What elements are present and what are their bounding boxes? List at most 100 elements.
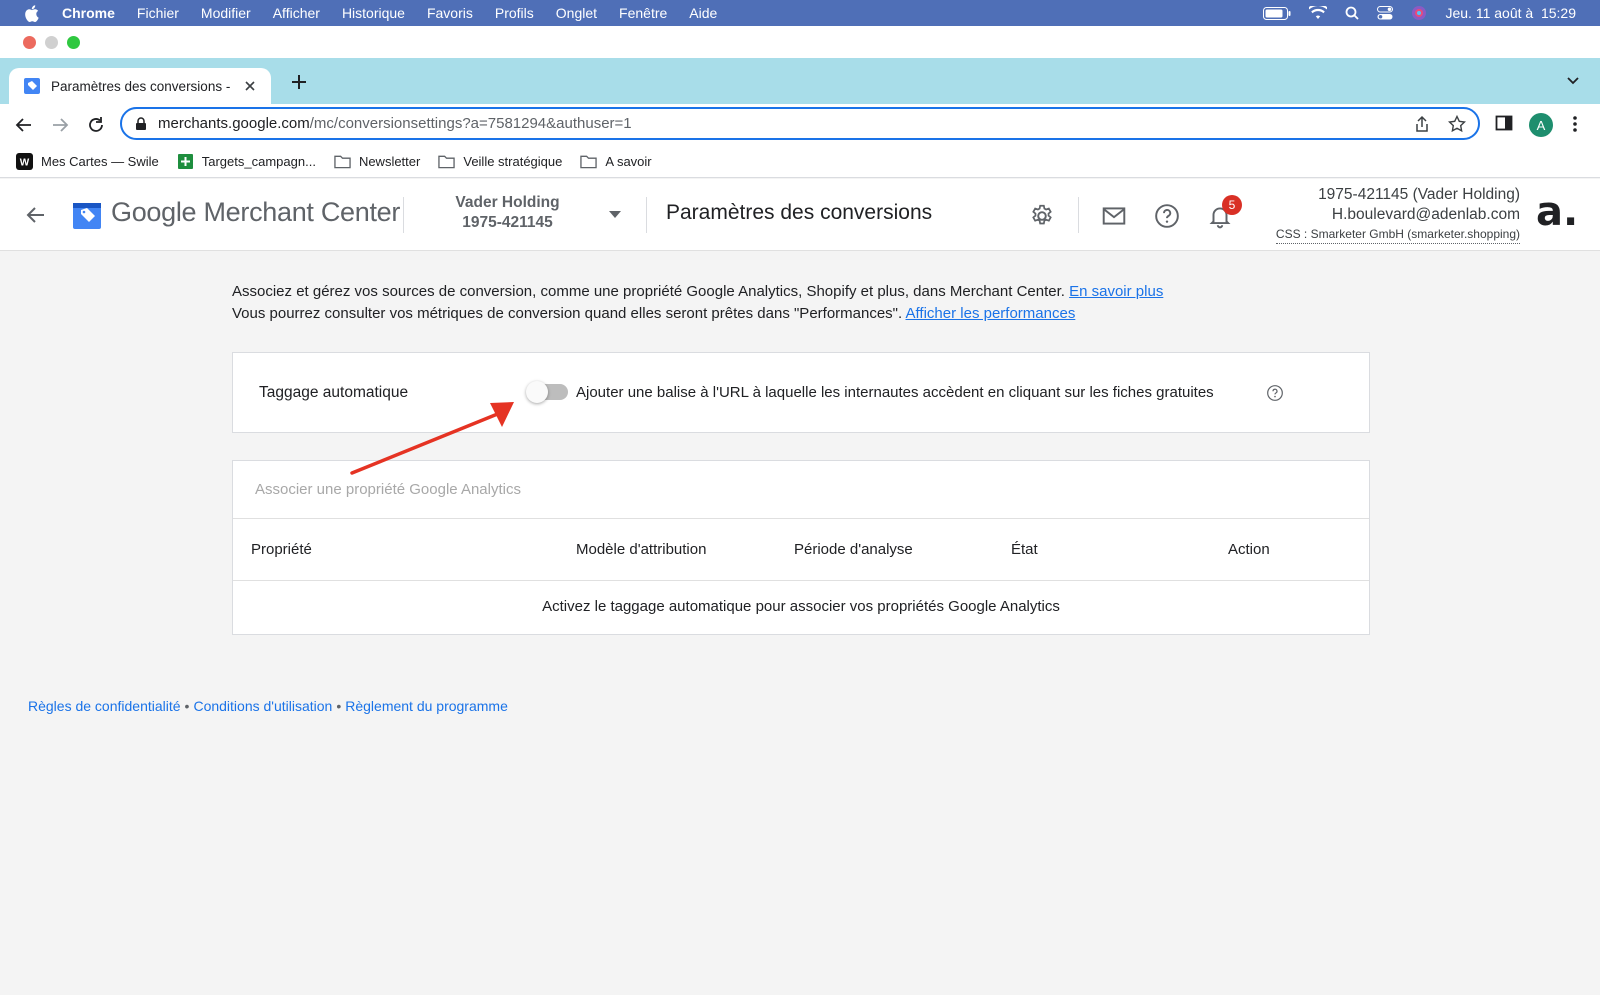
spotlight-search-icon[interactable] <box>1345 6 1360 20</box>
divider <box>233 518 1369 519</box>
mail-icon[interactable] <box>1101 203 1127 229</box>
url-host: merchants.google.com <box>158 115 310 132</box>
bookmark-targets[interactable]: Targets_campagn... <box>177 153 316 170</box>
merchant-center-favicon-icon <box>24 78 40 94</box>
footer-links: Règles de confidentialité • Conditions d'u… <box>28 698 508 714</box>
column-header-attribution-model: Modèle d'attribution <box>576 541 707 558</box>
minimize-window-button[interactable] <box>45 36 58 49</box>
bookmark-label: Veille stratégique <box>463 154 563 169</box>
merchant-center-header: Google Merchant Center Vader Holding 197… <box>0 179 1600 251</box>
menubar-datetime[interactable]: Jeu. 11 août à 15:29 <box>1445 5 1576 21</box>
side-panel-icon[interactable] <box>1495 114 1513 132</box>
page-title: Paramètres des conversions <box>666 201 933 224</box>
menu-app-chrome[interactable]: Chrome <box>62 5 115 21</box>
new-tab-icon[interactable] <box>288 71 310 93</box>
bookmark-swile[interactable]: W Mes Cartes — Swile <box>16 153 159 170</box>
reload-icon[interactable] <box>86 115 106 135</box>
column-header-status: État <box>1011 541 1038 558</box>
bookmark-star-icon[interactable] <box>1448 115 1466 133</box>
control-center-icon[interactable] <box>1377 6 1394 20</box>
address-bar[interactable]: merchants.google.com/mc/conversionsettin… <box>120 107 1480 140</box>
menu-onglet[interactable]: Onglet <box>556 5 597 21</box>
column-header-lookback-period: Période d'analyse <box>794 541 913 558</box>
bookmarks-bar: W Mes Cartes — Swile Targets_campagn... … <box>0 146 1600 178</box>
bookmark-label: Targets_campagn... <box>201 154 316 169</box>
account-logo[interactable]: a. <box>1536 189 1578 235</box>
divider <box>233 580 1369 581</box>
program-policies-link[interactable]: Règlement du programme <box>345 698 508 714</box>
siri-icon[interactable] <box>1411 5 1427 21</box>
browser-tab-strip: Paramètres des conversions - <box>0 58 1600 104</box>
account-name: Vader Holding <box>455 194 560 211</box>
browser-toolbar: merchants.google.com/mc/conversionsettin… <box>0 104 1600 146</box>
more-menu-icon[interactable] <box>1572 114 1578 134</box>
merchant-center-logo-icon[interactable] <box>71 199 103 231</box>
account-selector[interactable]: Vader Holding 1975-421145 <box>440 193 575 233</box>
help-icon[interactable] <box>1154 203 1180 229</box>
privacy-policy-link[interactable]: Règles de confidentialité <box>28 698 181 714</box>
menu-fichier[interactable]: Fichier <box>137 5 179 21</box>
help-icon[interactable] <box>1266 384 1284 402</box>
svg-text:W: W <box>20 158 30 169</box>
tab-search-chevron-icon[interactable] <box>1566 76 1580 86</box>
apple-icon[interactable] <box>24 4 44 22</box>
column-header-action: Action <box>1228 541 1270 558</box>
folder-icon <box>438 153 456 170</box>
notification-count: 5 <box>1228 198 1236 212</box>
close-tab-icon[interactable] <box>241 77 259 95</box>
terms-of-use-link[interactable]: Conditions d'utilisation <box>193 698 332 714</box>
analytics-card: Associer une propriété Google Analytics … <box>232 460 1370 635</box>
menu-profils[interactable]: Profils <box>495 5 534 21</box>
header-divider <box>1078 197 1079 233</box>
bookmark-newsletter[interactable]: Newsletter <box>334 153 420 170</box>
intro-text: Associez et gérez vos sources de convers… <box>232 281 1163 325</box>
account-info-line1: 1975-421145 (Vader Holding) <box>1318 186 1520 203</box>
account-info[interactable]: 1975-421145 (Vader Holding) H.boulevard@… <box>1275 185 1520 244</box>
folder-icon <box>334 153 351 170</box>
gear-icon[interactable] <box>1029 203 1055 229</box>
back-arrow-icon[interactable] <box>14 115 34 135</box>
chevron-down-icon[interactable] <box>609 211 621 219</box>
profile-avatar[interactable]: A <box>1529 113 1553 137</box>
auto-tagging-toggle[interactable] <box>526 381 568 403</box>
learn-more-link[interactable]: En savoir plus <box>1069 283 1163 300</box>
zoom-window-button[interactable] <box>67 36 80 49</box>
macos-menu-bar: Chrome Fichier Modifier Afficher Histori… <box>0 0 1600 26</box>
folder-icon <box>580 153 598 170</box>
menu-afficher[interactable]: Afficher <box>273 5 320 21</box>
menu-favoris[interactable]: Favoris <box>427 5 473 21</box>
bookmark-label: A savoir <box>605 154 652 169</box>
battery-icon[interactable] <box>1263 6 1291 20</box>
annotation-arrow-icon <box>350 402 514 475</box>
empty-state-message: Activez le taggage automatique pour asso… <box>542 598 1060 615</box>
swile-icon: W <box>16 153 33 170</box>
menu-fenetre[interactable]: Fenêtre <box>619 5 667 21</box>
lock-icon[interactable] <box>134 116 148 131</box>
footer-separator: • <box>184 698 190 714</box>
column-header-property: Propriété <box>251 541 312 558</box>
wifi-icon[interactable] <box>1309 6 1328 20</box>
account-info-css: CSS : Smarketer GmbH (smarketer.shopping… <box>1275 225 1520 244</box>
bookmark-veille[interactable]: Veille stratégique <box>438 153 562 170</box>
tab-conversion-settings[interactable]: Paramètres des conversions - <box>9 68 271 104</box>
share-icon[interactable] <box>1414 115 1430 133</box>
menu-modifier[interactable]: Modifier <box>201 5 251 21</box>
brand-name[interactable]: Google Merchant Center <box>111 197 400 228</box>
account-id: 1975-421145 <box>462 214 553 231</box>
header-divider <box>646 197 647 233</box>
view-performance-link[interactable]: Afficher les performances <box>906 305 1076 322</box>
intro-line2: Vous pourrez consulter vos métriques de … <box>232 305 906 322</box>
back-arrow-icon[interactable] <box>24 203 48 227</box>
notification-badge: 5 <box>1222 195 1242 215</box>
close-window-button[interactable] <box>23 36 36 49</box>
intro-line1: Associez et gérez vos sources de convers… <box>232 283 1070 300</box>
menu-aide[interactable]: Aide <box>689 5 717 21</box>
window-titlebar <box>0 26 1600 58</box>
bookmark-a-savoir[interactable]: A savoir <box>580 153 652 170</box>
tab-title: Paramètres des conversions - <box>51 78 231 94</box>
sheets-icon <box>177 153 194 170</box>
header-divider <box>403 197 404 233</box>
forward-arrow-icon[interactable] <box>50 115 70 135</box>
account-info-email: H.boulevard@adenlab.com <box>1331 206 1520 223</box>
menu-historique[interactable]: Historique <box>342 5 405 21</box>
